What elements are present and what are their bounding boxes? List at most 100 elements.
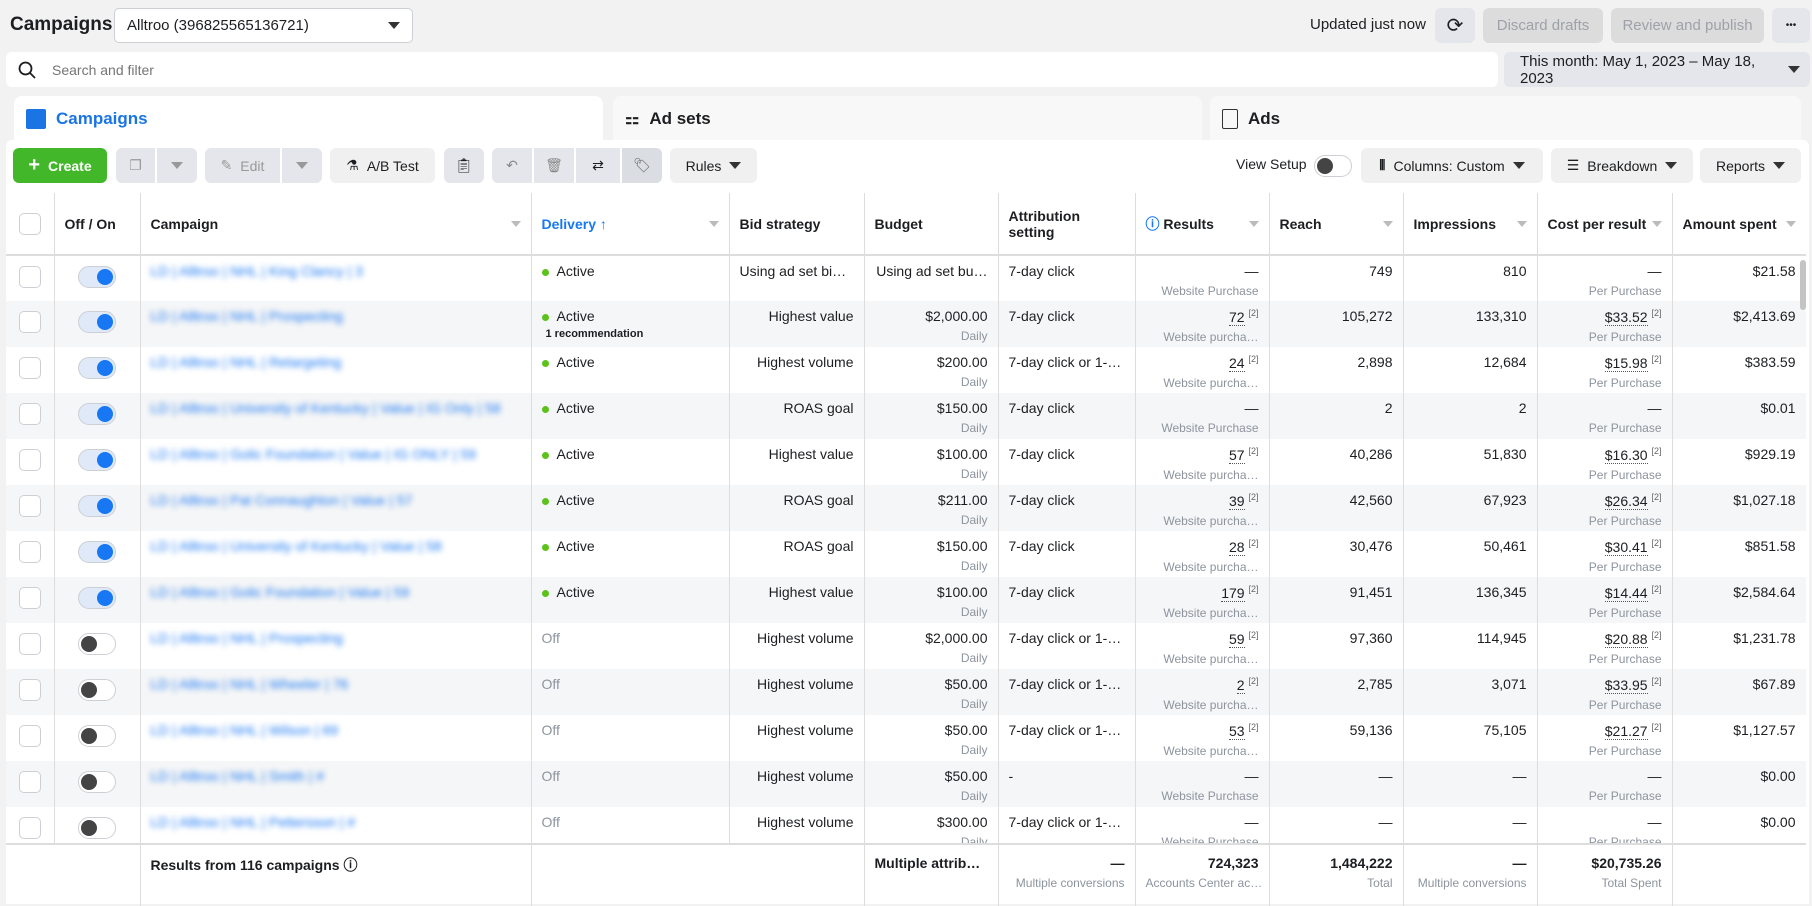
tab-campaigns[interactable]: Campaigns (14, 96, 603, 142)
campaign-name-link[interactable]: LD | Alltroo | NHL | Prospecting (151, 630, 521, 646)
campaign-toggle[interactable] (78, 817, 116, 839)
delete-button[interactable]: 🗑︎ (534, 148, 574, 183)
tab-ad-sets[interactable]: ⚏ Ad sets (613, 96, 1202, 142)
row-checkbox[interactable] (18, 449, 41, 471)
campaign-toggle[interactable] (78, 587, 116, 609)
row-checkbox[interactable] (18, 357, 41, 379)
col-bid-strategy[interactable]: Bid strategy (729, 193, 865, 256)
row-checkbox[interactable] (18, 633, 41, 655)
table-row[interactable]: LD | Alltroo | NHL | Wilson | 69 Off Highe… (6, 715, 1806, 761)
columns-button[interactable]: ⦀ Columns: Custom (1361, 148, 1543, 183)
campaign-toggle[interactable] (78, 633, 116, 655)
col-off-on[interactable]: Off / On (54, 193, 141, 256)
search-input[interactable] (52, 61, 652, 78)
scrollbar[interactable] (1800, 260, 1806, 310)
col-amount-spent[interactable]: Amount spent (1672, 193, 1806, 256)
table-row[interactable]: LD | Alltroo | NHL | Prospecting Off Highe… (6, 623, 1806, 669)
row-checkbox[interactable] (18, 817, 41, 839)
col-cost-per-result[interactable]: Cost per result (1537, 193, 1673, 256)
row-checkbox[interactable] (18, 771, 41, 793)
view-setup-toggle[interactable] (1314, 155, 1352, 177)
amount-spent-cell: $21.58 (1672, 255, 1806, 301)
campaign-name-link[interactable]: LD | Alltroo | NHL | Pettersson | # (151, 814, 521, 830)
row-checkbox[interactable] (18, 541, 41, 563)
campaign-name-link[interactable]: LD | Alltroo | University of Kentucky | … (151, 400, 521, 416)
col-budget[interactable]: Budget (864, 193, 999, 256)
col-delivery[interactable]: Delivery ↑ (531, 193, 730, 256)
campaign-name-link[interactable]: LD | Alltroo | Pat Connaughton | Value |… (151, 492, 521, 508)
campaign-name-link[interactable]: LD | Alltroo | NHL | Wheeler | 76 (151, 676, 521, 692)
export-button[interactable]: ⇄ (576, 148, 620, 183)
table-row[interactable]: LD | Alltroo | NHL | Retargeting Active Hi… (6, 347, 1806, 393)
table-row[interactable]: LD | Alltroo | NHL | King Clancy | 3 Acti… (6, 255, 1806, 301)
campaign-name-link[interactable]: LD | Alltroo | NHL | Wilson | 69 (151, 722, 521, 738)
refresh-button[interactable]: ⟳ (1435, 8, 1475, 43)
edit-button[interactable]: ✎ Edit (205, 148, 280, 183)
duplicate-button[interactable]: ❐ (116, 148, 155, 183)
table-row[interactable]: LD | Alltroo | NHL | Prospecting Active 1 … (6, 301, 1806, 347)
campaign-toggle[interactable] (78, 403, 116, 425)
campaign-toggle[interactable] (78, 449, 116, 471)
campaign-toggle[interactable] (78, 725, 116, 747)
edit-menu-button[interactable] (282, 148, 322, 183)
row-checkbox[interactable] (18, 403, 41, 425)
footer-value: $20,735.26 (1591, 855, 1662, 871)
review-publish-button[interactable]: Review and publish (1611, 8, 1764, 43)
tag-button[interactable]: 🏷︎ (622, 148, 662, 183)
info-icon[interactable]: ⓘ (343, 857, 357, 873)
campaign-name-link[interactable]: LD | Alltroo | Golic Foundation | Value … (151, 446, 521, 462)
duplicate-menu-button[interactable] (157, 148, 197, 183)
row-checkbox[interactable] (18, 495, 41, 517)
campaign-toggle[interactable] (78, 495, 116, 517)
row-checkbox[interactable] (18, 679, 41, 701)
row-checkbox[interactable] (18, 725, 41, 747)
table-row[interactable]: LD | Alltroo | NHL | Smith | # Off Highest… (6, 761, 1806, 807)
rules-button[interactable]: Rules (670, 148, 757, 183)
recommendation-badge[interactable]: 1 recommendation (542, 328, 719, 340)
campaign-name-link[interactable]: LD | Alltroo | NHL | King Clancy | 3 (151, 263, 521, 279)
table-row[interactable]: LD | Alltroo | Golic Foundation | Value … (6, 439, 1806, 485)
campaign-name-link[interactable]: LD | Alltroo | University of Kentucky | … (151, 538, 521, 554)
campaign-toggle[interactable] (78, 311, 116, 333)
search-bar[interactable] (6, 52, 1498, 87)
table-row[interactable]: LD | Alltroo | NHL | Pettersson | # Off Hi… (6, 807, 1806, 843)
row-checkbox[interactable] (18, 311, 41, 333)
table-row[interactable]: LD | Alltroo | Pat Connaughton | Value |… (6, 485, 1806, 531)
undo-button[interactable]: ↶ (492, 148, 532, 183)
row-checkbox[interactable] (18, 587, 41, 609)
breakdown-button[interactable]: ☰ Breakdown (1551, 148, 1693, 183)
campaign-name-link[interactable]: LD | Alltroo | NHL | Retargeting (151, 354, 521, 370)
tab-ads[interactable]: Ads (1210, 96, 1801, 142)
row-checkbox[interactable] (18, 266, 41, 288)
campaign-toggle[interactable] (78, 771, 116, 793)
clipboard-button[interactable]: 📋︎ (444, 148, 484, 183)
reports-button[interactable]: Reports (1700, 148, 1801, 183)
col-impressions[interactable]: Impressions (1403, 193, 1538, 256)
table-row[interactable]: LD | Alltroo | Golic Foundation | Value … (6, 577, 1806, 623)
view-setup-label: View Setup (1236, 156, 1307, 172)
campaign-toggle[interactable] (78, 266, 116, 288)
table-row[interactable]: LD | Alltroo | NHL | Wheeler | 76 Off High… (6, 669, 1806, 715)
table-row[interactable]: LD | Alltroo | University of Kentucky | … (6, 393, 1806, 439)
date-range-picker[interactable]: This month: May 1, 2023 – May 18, 2023 (1504, 52, 1810, 87)
col-campaign[interactable]: Campaign (140, 193, 532, 256)
more-button[interactable]: ••• (1772, 8, 1810, 43)
account-selector[interactable]: Alltroo (396825565136721) (114, 8, 413, 43)
campaign-toggle[interactable] (78, 541, 116, 563)
select-all-checkbox[interactable] (18, 212, 41, 235)
col-reach[interactable]: Reach (1269, 193, 1404, 256)
col-results[interactable]: ⓘ Results (1135, 193, 1270, 256)
campaign-name-link[interactable]: LD | Alltroo | NHL | Smith | # (151, 768, 521, 784)
campaign-name-link[interactable]: LD | Alltroo | Golic Foundation | Value … (151, 584, 521, 600)
cost-value: — (1647, 814, 1662, 830)
create-button[interactable]: + Create (13, 148, 107, 183)
col-attribution[interactable]: Attribution setting (998, 193, 1136, 256)
table-row[interactable]: LD | Alltroo | University of Kentucky | … (6, 531, 1806, 577)
campaign-toggle[interactable] (78, 357, 116, 379)
ab-test-button[interactable]: ⚗ A/B Test (330, 148, 435, 183)
footer-label: Results from 116 campaigns (150, 857, 340, 873)
campaign-name-link[interactable]: LD | Alltroo | NHL | Prospecting (151, 308, 521, 324)
campaign-toggle[interactable] (78, 679, 116, 701)
results-value: 57 (1229, 446, 1245, 464)
discard-drafts-button[interactable]: Discard drafts (1483, 8, 1603, 43)
